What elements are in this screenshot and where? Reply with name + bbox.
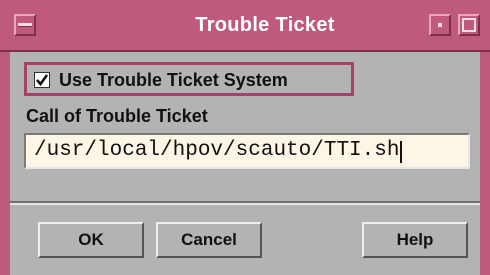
- help-button[interactable]: Help: [362, 222, 468, 258]
- use-tts-label: Use Trouble Ticket System: [59, 70, 288, 90]
- call-field-label: Call of Trouble Ticket: [26, 106, 208, 126]
- title-bar[interactable]: Trouble Ticket: [0, 0, 490, 52]
- checkmark-icon: [36, 74, 49, 87]
- call-of-trouble-ticket-input[interactable]: /usr/local/hpov/scauto/TTI.sh: [24, 133, 470, 169]
- maximize-icon[interactable]: [458, 14, 480, 36]
- trouble-ticket-window: Trouble Ticket Use Trouble Ticket System…: [0, 0, 490, 275]
- dialog-content: Use Trouble Ticket System Call of Troubl…: [10, 52, 480, 275]
- separator: [10, 201, 480, 205]
- window-title: Trouble Ticket: [195, 14, 335, 36]
- use-tts-checkbox-row[interactable]: Use Trouble Ticket System: [24, 62, 354, 96]
- window-border-left: [0, 52, 10, 275]
- use-tts-checkbox[interactable]: [34, 72, 50, 88]
- cancel-button[interactable]: Cancel: [156, 222, 262, 258]
- minimize-icon[interactable]: [429, 14, 451, 36]
- call-field-value: /usr/local/hpov/scauto/TTI.sh: [34, 139, 400, 162]
- window-border-right: [480, 52, 490, 275]
- ok-button[interactable]: OK: [38, 222, 144, 258]
- window-menu-icon[interactable]: [14, 14, 36, 36]
- text-cursor: [400, 141, 402, 163]
